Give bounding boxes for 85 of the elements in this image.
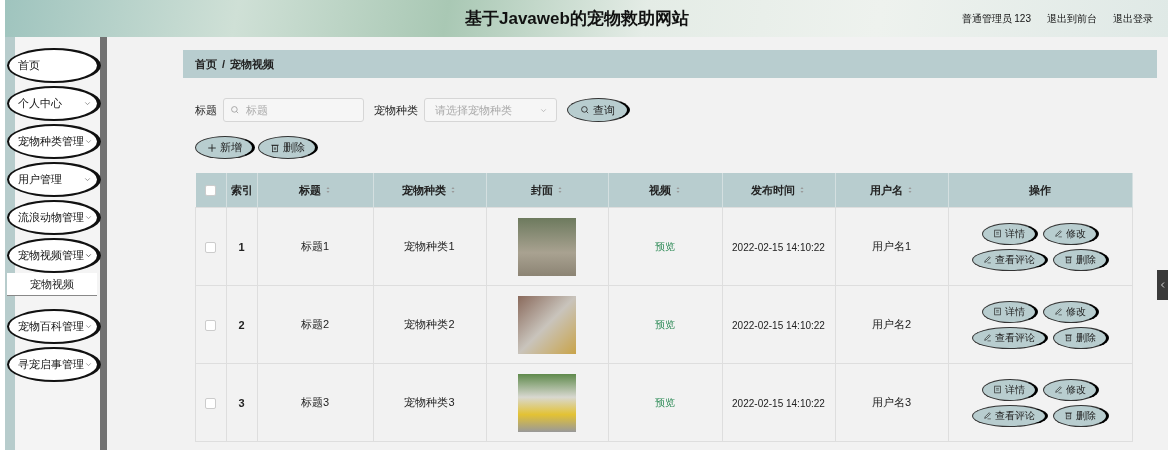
row-checkbox[interactable] [205, 397, 217, 409]
trash-icon [269, 142, 280, 153]
action-button[interactable]: 删除 [1052, 248, 1109, 271]
table-cell: 标题2 [300, 318, 330, 330]
field-label: 宠物种类 [374, 102, 418, 118]
table-cell: 2022-02-15 14:10:22 [732, 319, 825, 331]
user-label: 普通管理员 123 [961, 11, 1031, 26]
breadcrumb-item[interactable]: 首页 [195, 56, 217, 72]
breadcrumb-item: 宠物视频 [230, 56, 275, 72]
column-header: 索引 [230, 182, 253, 198]
table-cell: 用户名2 [871, 318, 912, 330]
document-icon [992, 307, 1002, 316]
table-cell: 2022-02-15 14:10:22 [732, 241, 825, 253]
header-link[interactable]: 退出到前台 [1047, 11, 1097, 26]
preview-link[interactable]: 预览 [655, 240, 675, 252]
photo-placeholder [518, 217, 576, 276]
action-button[interactable]: 修改 [1042, 378, 1099, 401]
table-cell: 标题1 [300, 240, 330, 252]
trash-icon [1063, 411, 1073, 420]
pencil-icon [982, 333, 992, 342]
menu-item[interactable]: 首页 [7, 48, 101, 83]
row-checkbox[interactable] [205, 319, 217, 331]
action-button[interactable]: 查看评论 [971, 326, 1048, 349]
pencil-icon [982, 255, 992, 264]
menu-item[interactable]: 宠物种类管理 [7, 124, 101, 159]
table-cell: 用户名1 [871, 240, 912, 252]
table-cell: 标题3 [300, 396, 330, 408]
column-header[interactable]: 视频 [648, 182, 671, 198]
action-button[interactable]: 修改 [1042, 222, 1099, 245]
pencil-icon [1053, 307, 1063, 316]
search-icon [230, 105, 240, 115]
submenu-item[interactable]: 宠物视频 [7, 273, 97, 296]
column-header[interactable]: 标题 [298, 182, 321, 198]
action-button[interactable]: 详情 [981, 378, 1038, 401]
trash-icon [1063, 255, 1073, 264]
column-header[interactable]: 用户名 [869, 182, 903, 198]
column-header[interactable]: 封面 [530, 182, 553, 198]
action-button[interactable]: 查看评论 [971, 248, 1048, 271]
search-button[interactable]: 查询 [567, 98, 630, 122]
table-cell: 2022-02-15 14:10:22 [732, 397, 825, 409]
table-cell: 宠物种类3 [404, 396, 455, 408]
table-cell: 1 [238, 240, 245, 253]
search-field[interactable]: 标题 [223, 98, 364, 122]
trash-icon [1063, 333, 1073, 342]
document-icon [992, 385, 1002, 394]
photo-placeholder [518, 373, 576, 432]
table-cell: 3 [238, 396, 245, 409]
table-cell: 宠物种类2 [404, 318, 455, 330]
table-cell: 宠物种类1 [404, 240, 455, 252]
column-header[interactable]: 发布时间 [751, 182, 795, 198]
action-button[interactable]: 修改 [1042, 300, 1099, 323]
header-checkbox[interactable] [205, 185, 216, 197]
pencil-icon [1053, 229, 1063, 238]
field-label: 标题 [195, 102, 217, 118]
add-button[interactable]: 新增 [195, 136, 255, 159]
menu-item[interactable]: 个人中心 [7, 86, 101, 121]
column-header[interactable]: 宠物种类 [402, 182, 446, 198]
menu-item[interactable]: 寻宠启事管理 [7, 347, 101, 382]
action-button[interactable]: 详情 [981, 222, 1038, 245]
pencil-icon [982, 411, 992, 420]
action-button[interactable]: 删除 [1052, 404, 1109, 427]
document-icon [992, 229, 1002, 238]
search-icon [580, 105, 590, 115]
table-cell: 2 [238, 318, 245, 331]
site-title: 基于Javaweb的宠物救助网站 [464, 8, 690, 30]
menu-item[interactable]: 宠物百科管理 [7, 309, 101, 344]
breadcrumb-separator: / [222, 58, 226, 70]
menu-item[interactable]: 用户管理 [7, 162, 101, 197]
menu-item[interactable]: 流浪动物管理 [7, 200, 101, 235]
action-button[interactable]: 详情 [981, 300, 1038, 323]
collapse-tab[interactable] [1157, 270, 1168, 300]
column-header: 操作 [1029, 182, 1051, 198]
menu-item[interactable]: 宠物视频管理 [7, 238, 101, 273]
plus-icon [206, 142, 217, 153]
pencil-icon [1053, 385, 1063, 394]
table-cell: 用户名3 [871, 396, 912, 408]
action-button[interactable]: 删除 [1052, 326, 1109, 349]
chevron-left-icon [1158, 281, 1167, 289]
header-link[interactable]: 退出登录 [1113, 11, 1153, 26]
photo-placeholder [518, 295, 576, 354]
preview-link[interactable]: 预览 [655, 396, 675, 408]
delete-button[interactable]: 删除 [258, 136, 318, 159]
row-checkbox[interactable] [205, 241, 217, 253]
preview-link[interactable]: 预览 [655, 318, 675, 330]
action-button[interactable]: 查看评论 [971, 404, 1048, 427]
